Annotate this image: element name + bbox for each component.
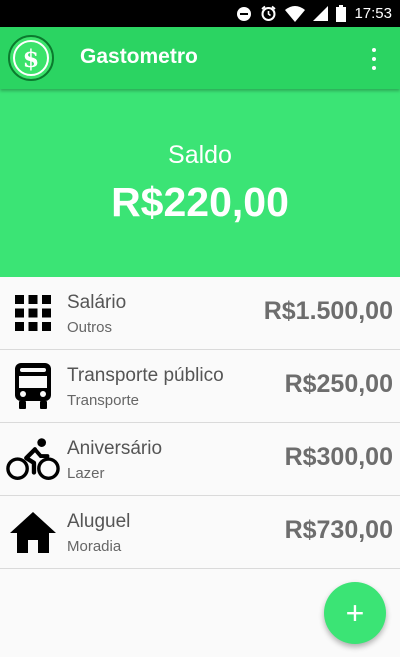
transaction-row[interactable]: Salário Outros R$1.500,00 <box>0 277 400 350</box>
dollar-icon: $ <box>13 40 49 76</box>
home-icon <box>6 508 60 556</box>
balance-panel: Saldo R$220,00 <box>0 89 400 277</box>
apps-grid-icon <box>6 289 60 337</box>
more-vert-icon[interactable] <box>362 46 386 72</box>
transaction-row[interactable]: Transporte público Transporte R$250,00 <box>0 350 400 423</box>
transaction-amount: R$1.500,00 <box>263 297 393 325</box>
transaction-amount: R$730,00 <box>284 516 393 544</box>
app-logo: $ <box>8 35 54 81</box>
transaction-title: Transporte público <box>67 365 224 386</box>
add-icon: + <box>345 594 365 631</box>
status-icons: 17:53 <box>236 0 392 27</box>
balance-label: Saldo <box>168 141 232 169</box>
transaction-category: Lazer <box>67 465 105 482</box>
battery-icon <box>336 5 347 22</box>
transaction-category: Moradia <box>67 538 122 555</box>
dnd-icon <box>237 6 252 21</box>
bus-icon <box>6 362 60 410</box>
transaction-row[interactable]: Aluguel Moradia R$730,00 <box>0 496 400 569</box>
transaction-title: Aluguel <box>67 511 131 532</box>
bike-icon <box>6 435 60 483</box>
transaction-amount: R$250,00 <box>284 370 393 398</box>
signal-icon <box>313 6 329 21</box>
alarm-icon <box>261 5 277 21</box>
transaction-category: Outros <box>67 319 113 336</box>
balance-value: R$220,00 <box>111 179 289 225</box>
add-transaction-button[interactable]: + <box>324 582 386 644</box>
transaction-row[interactable]: Aniversário Lazer R$300,00 <box>0 423 400 496</box>
transaction-category: Transporte <box>67 392 139 409</box>
app-title: Gastometro <box>80 45 198 68</box>
wifi-icon <box>285 5 306 22</box>
transaction-list: Salário Outros R$1.500,00 Transporte púb… <box>0 277 400 569</box>
status-bar: 17:53 <box>0 0 400 27</box>
transaction-title: Salário <box>67 292 127 313</box>
transaction-title: Aniversário <box>67 438 163 459</box>
app-bar: $ Gastometro <box>0 27 400 89</box>
transaction-amount: R$300,00 <box>284 443 393 471</box>
status-time: 17:53 <box>354 5 392 22</box>
